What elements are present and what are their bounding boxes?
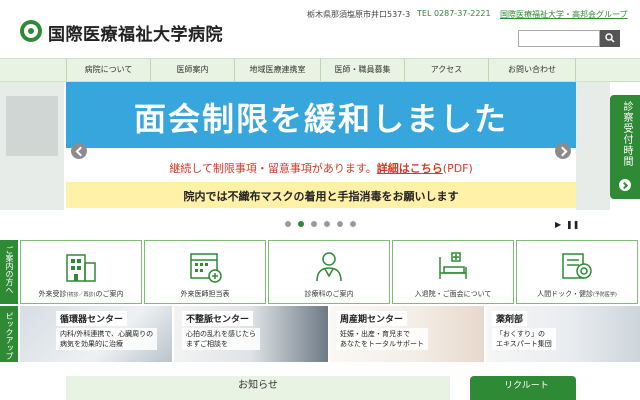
mask-notice-area: 院内では不織布マスクの着用と手指消毒をお願いします [66, 182, 576, 208]
notice-text: 継続して制限事項・留意事項があります。 [169, 162, 377, 175]
recruit-heading[interactable]: リクルート [470, 376, 576, 400]
pause-button[interactable]: ❚❚ [566, 220, 579, 229]
pickup-perinatal-line1: 妊娠・出産・育児まで [340, 330, 410, 338]
play-button[interactable]: ▶ [555, 220, 561, 229]
prev-slide-button[interactable] [71, 143, 87, 159]
pickup-pharmacy-title: 薬剤部 [492, 311, 528, 326]
hospital-address: 栃木県那須塩原市井口537-3 [307, 10, 411, 19]
prev-slide-preview [0, 82, 64, 210]
guide-outpatient-main: 外来受診 [38, 290, 67, 298]
next-slide-button[interactable] [555, 143, 571, 159]
site-header: 国際医療福祉大学病院 栃木県那須塩原市井口537-3 TEL 0287-37-2… [0, 0, 640, 58]
slider-dot[interactable] [337, 221, 343, 227]
guide-checkup-label: 人間ドック・健診(予防医学) [517, 289, 637, 299]
pickup-cardiology-desc: 内科/外科連携で、心臓周りの 病気を効果的に治療 [56, 328, 158, 350]
guide-admission[interactable]: 入退院・ご面会について [392, 240, 514, 304]
guide-outpatient-sub: (初診／再診) [66, 292, 96, 298]
consultation-hours-tab[interactable]: 診察受付時間 [610, 95, 640, 199]
pickup-arrhythmia-title: 不整脈センター [182, 311, 254, 326]
nav-item-contact[interactable]: お問い合わせ [488, 59, 576, 81]
guide-doctor-schedule[interactable]: 外来医師担当表 [144, 240, 266, 304]
nav-item-about[interactable]: 病院について [66, 59, 150, 81]
pickup-perinatal-line2: あなたをトータルサポート [340, 340, 424, 348]
news-heading: お知らせ [66, 376, 450, 400]
nav-item-doctors[interactable]: 医師案内 [150, 59, 234, 81]
building-icon [66, 254, 96, 282]
hospital-name[interactable]: 国際医療福祉大学病院 [48, 20, 223, 45]
pickup-section-label: ピックアップ [0, 306, 18, 362]
guide-doctor-schedule-label: 外来医師担当表 [180, 290, 230, 298]
pickup-arrhythmia-desc: 心拍の乱れを感じたら まずご相談を [182, 328, 260, 350]
bed-icon [439, 252, 467, 279]
pickup-perinatal-desc: 妊娠・出産・育児まであなたをトータルサポート [336, 328, 428, 350]
guide-departments-label: 診療科のご案内 [304, 290, 354, 298]
search-input[interactable] [518, 30, 600, 47]
notice-link[interactable]: 詳細はこちら [377, 162, 443, 175]
pickup-arrhythmia-line2: まずご相談を [186, 340, 228, 348]
guide-checkup[interactable]: 人間ドック・健診(予防医学) [516, 240, 638, 304]
pickup-perinatal[interactable]: 周産期センター 妊娠・出産・育児まであなたをトータルサポート [330, 306, 484, 362]
guide-checkup-main: 人間ドック・健診 [537, 290, 593, 298]
pickup-cardiology-title: 循環器センター [56, 311, 128, 326]
search-icon [605, 33, 615, 43]
guide-section-text: ご案内の方へ [5, 246, 14, 294]
pickup-cardiology[interactable]: 循環器センター 内科/外科連携で、心臓周りの 病気を効果的に治療 [20, 306, 172, 362]
building-image [6, 96, 58, 156]
search-button[interactable] [600, 30, 620, 47]
slider-dot[interactable] [350, 221, 356, 227]
pickup-perinatal-title: 周産期センター [336, 311, 408, 326]
hero-title: 面会制限を緩和しました [133, 100, 508, 138]
hospital-logo-icon[interactable] [20, 20, 42, 42]
pickup-section-text: ピックアップ [5, 312, 14, 360]
nav-item-regional[interactable]: 地域医療連携室 [234, 59, 320, 81]
guide-section-label: ご案内の方へ [0, 240, 18, 304]
hero-notice: 継続して制限事項・留意事項があります。詳細はこちら(PDF) [66, 160, 576, 176]
slider-dot[interactable] [311, 221, 317, 227]
mask-notice: 院内では不織布マスクの着用と手指消毒をお願いします [183, 190, 459, 203]
slider-dot[interactable] [324, 221, 330, 227]
notice-suffix: (PDF) [442, 162, 473, 175]
pickup-cardiology-line2: 病気を効果的に治療 [60, 340, 123, 348]
slider-dot-active[interactable] [298, 221, 304, 227]
consultation-hours-label: 診察受付時間 [621, 101, 632, 167]
slider-dot[interactable] [285, 221, 291, 227]
nav-item-recruit[interactable]: 医師・職員募集 [320, 59, 404, 81]
chevron-right-icon [619, 179, 631, 191]
hospital-tel[interactable]: TEL 0287-37-2221 [417, 9, 491, 18]
pickup-pharmacy[interactable]: 薬剤部 「おくすり」の エキスパート集団 [486, 306, 640, 362]
doctor-icon [316, 252, 342, 282]
hero-slider: 面会制限を緩和しました 継続して制限事項・留意事項があります。詳細はこちら(PD… [0, 82, 640, 210]
guide-checkup-sub: (予防医学) [592, 292, 617, 298]
pickup-arrhythmia-line1: 心拍の乱れを感じたら [186, 330, 256, 338]
global-nav: 病院について 医師案内 地域医療連携室 医師・職員募集 アクセス お問い合わせ [0, 58, 640, 82]
pickup-cardiology-line1: 内科/外科連携で、心臓周りの [60, 330, 154, 338]
pickup-pharmacy-desc: 「おくすり」の エキスパート集団 [492, 328, 556, 350]
group-link[interactable]: 国際医療福祉大学・高邦会グループ [500, 9, 628, 20]
pickup-arrhythmia[interactable]: 不整脈センター 心拍の乱れを感じたら まずご相談を [174, 306, 328, 362]
next-slide-preview [576, 82, 610, 210]
guide-admission-label: 入退院・ご面会について [414, 290, 492, 298]
guide-outpatient-tail: のご案内 [95, 290, 124, 298]
hero-notice-area: 継続して制限事項・留意事項があります。詳細はこちら(PDF) [66, 148, 576, 182]
checkup-icon [562, 253, 592, 279]
guide-outpatient[interactable]: 外来受診(初診／再診)のご案内 [20, 240, 142, 304]
guide-outpatient-label: 外来受診(初診／再診)のご案内 [21, 289, 141, 299]
pickup-pharmacy-line2: エキスパート集団 [496, 340, 552, 348]
calendar-icon [190, 253, 222, 283]
pickup-pharmacy-line1: 「おくすり」の [496, 330, 545, 338]
nav-item-access[interactable]: アクセス [404, 59, 488, 81]
hero-banner[interactable]: 面会制限を緩和しました [66, 82, 576, 148]
guide-departments[interactable]: 診療科のご案内 [268, 240, 390, 304]
